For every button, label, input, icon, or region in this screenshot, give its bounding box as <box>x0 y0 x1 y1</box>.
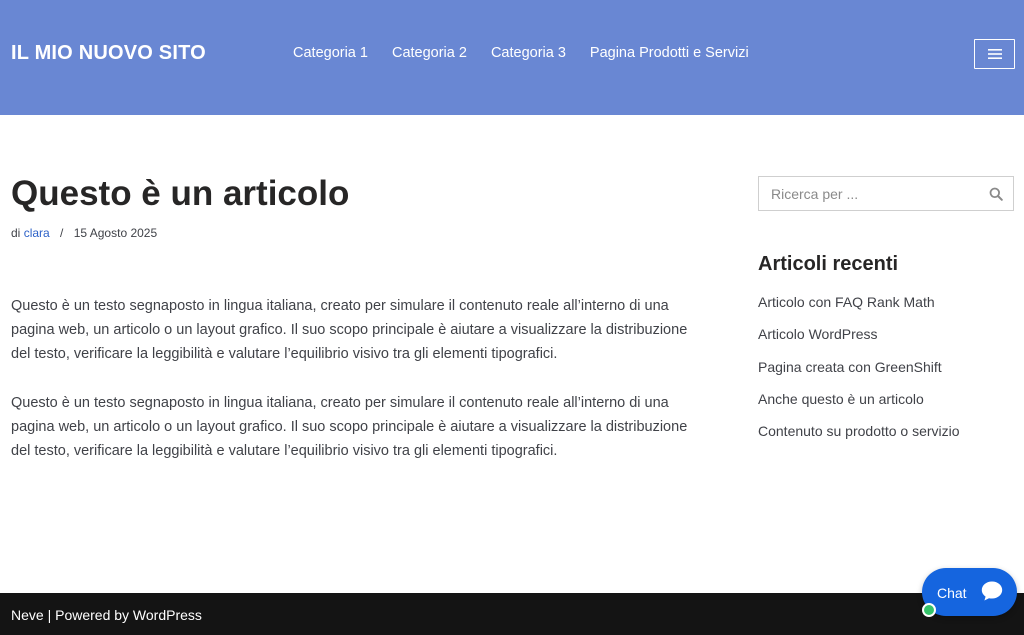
meta-prefix: di <box>11 226 21 240</box>
recent-post-link[interactable]: Articolo con FAQ Rank Math <box>758 293 960 325</box>
search-input[interactable] <box>759 177 979 210</box>
nav-item-categoria-3[interactable]: Categoria 3 <box>491 45 566 61</box>
recent-posts-list: Articolo con FAQ Rank Math Articolo Word… <box>758 293 960 454</box>
chat-button[interactable]: Chat <box>922 568 1017 616</box>
site-title[interactable]: IL MIO NUOVO SITO <box>11 42 206 65</box>
chat-label: Chat <box>937 585 967 601</box>
search-icon[interactable] <box>987 185 1005 203</box>
article-date: 15 Agosto 2025 <box>73 226 158 240</box>
author-link[interactable]: clara <box>24 226 50 240</box>
footer-theme-link[interactable]: Neve <box>11 607 44 623</box>
recent-post-link[interactable]: Articolo WordPress <box>758 325 960 357</box>
footer-credits: Neve | Powered by WordPress <box>11 607 202 623</box>
hamburger-icon <box>987 48 1002 60</box>
nav-item-categoria-1[interactable]: Categoria 1 <box>293 45 368 61</box>
main-nav: Categoria 1 Categoria 2 Categoria 3 Pagi… <box>293 45 749 61</box>
recent-posts-title: Articoli recenti <box>758 253 899 275</box>
recent-post-link[interactable]: Anche questo è un articolo <box>758 390 960 422</box>
menu-toggle-button[interactable] <box>974 39 1015 69</box>
nav-item-categoria-2[interactable]: Categoria 2 <box>392 45 467 61</box>
meta-separator: / <box>60 226 64 240</box>
chat-bubble-icon <box>980 579 1004 608</box>
article-title: Questo è un articolo <box>11 174 350 213</box>
article-paragraph: Questo è un testo segnaposto in lingua i… <box>11 298 688 362</box>
site-footer: Neve | Powered by WordPress <box>0 593 1024 635</box>
recent-post-link[interactable]: Contenuto su prodotto o servizio <box>758 422 960 454</box>
online-status-icon <box>922 603 936 617</box>
article-paragraph: Questo è un testo segnaposto in lingua i… <box>11 395 688 459</box>
search-form <box>758 176 1014 211</box>
recent-post-link[interactable]: Pagina creata con GreenShift <box>758 358 960 390</box>
article-meta: di clara / 15 Agosto 2025 <box>11 226 157 240</box>
footer-powered-link[interactable]: Powered by WordPress <box>55 607 202 623</box>
footer-separator: | <box>43 607 56 623</box>
nav-item-prodotti-servizi[interactable]: Pagina Prodotti e Servizi <box>590 45 749 61</box>
site-header: IL MIO NUOVO SITO Categoria 1 Categoria … <box>0 0 1024 115</box>
